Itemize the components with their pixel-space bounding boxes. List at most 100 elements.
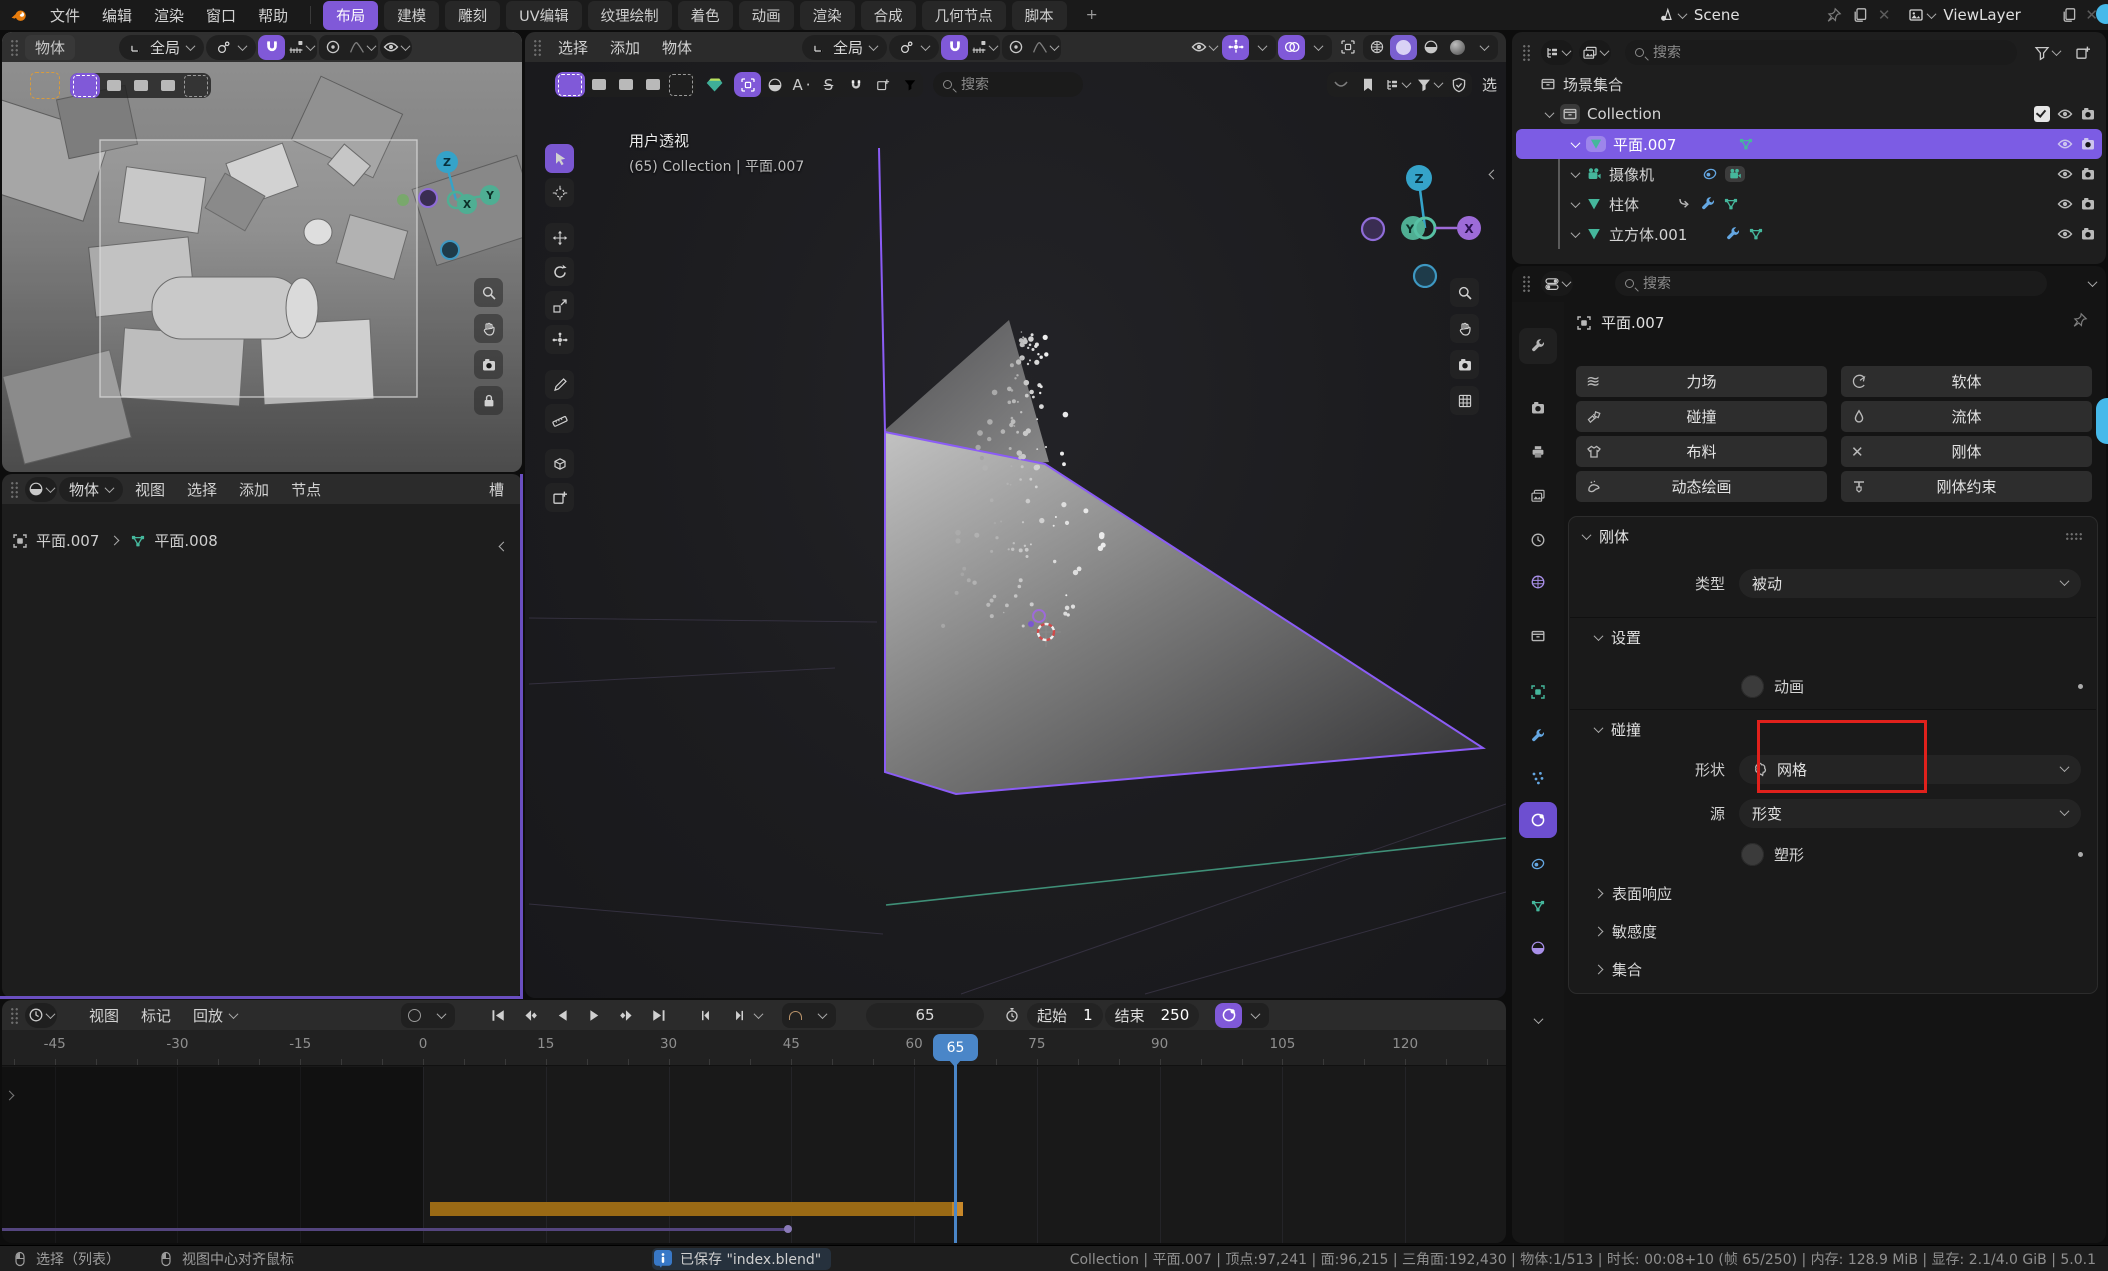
menu-edit[interactable]: 编辑: [92, 2, 142, 29]
tab-texture-paint[interactable]: 纹理绘制: [588, 1, 672, 30]
expand-chevron[interactable]: [1571, 138, 1581, 148]
jump-to-start-button[interactable]: [483, 1003, 513, 1028]
source-dropdown[interactable]: 形变: [1739, 799, 2081, 828]
animate-property-dot[interactable]: [2078, 852, 2083, 857]
search-input[interactable]: [959, 76, 1073, 94]
menu-select[interactable]: 选择: [177, 476, 227, 503]
camera-view-icon[interactable]: [474, 350, 503, 379]
menu-object[interactable]: 物体: [652, 34, 702, 61]
tool-scale[interactable]: [545, 291, 574, 320]
menu-add[interactable]: 添加: [229, 476, 279, 503]
scene-browse-chevron[interactable]: [1677, 9, 1687, 19]
menu-view[interactable]: 视图: [125, 476, 175, 503]
new-collection-button[interactable]: [2069, 40, 2096, 65]
select-mode-extend[interactable]: [585, 72, 612, 97]
loop-options[interactable]: [809, 1003, 836, 1028]
shading-material[interactable]: [1417, 35, 1444, 60]
tool-measure[interactable]: [545, 404, 574, 433]
new-viewlayer-icon[interactable]: [2061, 7, 2077, 23]
fluid-button[interactable]: 流体: [1841, 401, 2092, 432]
add-workspace-button[interactable]: +: [1073, 3, 1111, 27]
header-grip[interactable]: [10, 1007, 19, 1024]
select-mode-subtract[interactable]: [127, 73, 154, 98]
camera-view-icon[interactable]: [1450, 350, 1479, 379]
menu-marker[interactable]: 标记: [131, 1002, 181, 1029]
pin-icon[interactable]: [1826, 7, 1842, 23]
select-mode-new[interactable]: [555, 72, 585, 97]
proportional-toggle[interactable]: [1002, 35, 1029, 60]
navigation-gizmo[interactable]: Z Y X: [1353, 128, 1503, 288]
tab-particles[interactable]: [1519, 760, 1557, 796]
collisions-section-header[interactable]: 碰撞: [1595, 719, 1641, 740]
header-grip[interactable]: [10, 481, 19, 498]
tab-compositing[interactable]: 合成: [861, 1, 916, 30]
tool-transform[interactable]: [545, 325, 574, 354]
hierarchy-icon[interactable]: [1381, 72, 1413, 97]
panel-expand-chevron[interactable]: [1582, 530, 1592, 540]
render-camera-icon[interactable]: [2080, 226, 2096, 242]
tab-scripting[interactable]: 脚本: [1012, 1, 1067, 30]
outliner-search[interactable]: [1625, 40, 2017, 65]
zoom-icon[interactable]: [474, 278, 503, 307]
frame-start-field[interactable]: 起始1: [1027, 1003, 1103, 1028]
menu-add[interactable]: 添加: [600, 34, 650, 61]
tool-extra[interactable]: [545, 483, 574, 512]
header-grip[interactable]: [10, 39, 19, 56]
overlays-dropdown[interactable]: [1305, 35, 1332, 60]
expand-chevron[interactable]: [1571, 198, 1581, 208]
tab-world[interactable]: [1519, 564, 1557, 600]
prev-keyframe-button[interactable]: [515, 1003, 545, 1028]
filter-funnel-icon[interactable]: [1413, 72, 1445, 97]
expand-chevron[interactable]: [1571, 228, 1581, 238]
falloff-select[interactable]: [346, 35, 378, 60]
animated-toggle[interactable]: [1741, 675, 1764, 698]
panel-drag-dots[interactable]: [2066, 532, 2083, 541]
jump-to-end-button[interactable]: [643, 1003, 673, 1028]
search-input[interactable]: [1641, 275, 2037, 293]
autokey-toggle[interactable]: [401, 1003, 428, 1028]
pivot-select[interactable]: [889, 35, 939, 60]
tab-animation[interactable]: 动画: [739, 1, 794, 30]
autokey-options[interactable]: [428, 1003, 455, 1028]
xray-toggle[interactable]: [1334, 35, 1361, 60]
editor-type-button[interactable]: [25, 1003, 57, 1028]
filter-funnel-toggle[interactable]: [896, 72, 923, 97]
menu-slot[interactable]: 槽: [479, 476, 514, 503]
filter-clipboard-toggle[interactable]: [869, 72, 896, 97]
bookmark-icon[interactable]: [1354, 72, 1381, 97]
tab-render[interactable]: [1519, 390, 1557, 426]
ortho-grid-icon[interactable]: [1450, 386, 1479, 415]
tab-output[interactable]: [1519, 434, 1557, 470]
menu-window[interactable]: 窗口: [196, 2, 246, 29]
filter-strike-toggle[interactable]: S: [815, 72, 842, 97]
filter-snap-toggle[interactable]: [842, 72, 869, 97]
tab-layout[interactable]: 布局: [323, 1, 378, 30]
rigid-body-constraint-button[interactable]: 刚体约束: [1841, 471, 2092, 502]
tab-modeling[interactable]: 建模: [384, 1, 439, 30]
filter-shading-toggle[interactable]: [761, 72, 788, 97]
viewlayer-name[interactable]: ViewLayer: [1943, 6, 2053, 24]
collapse-region-chevron[interactable]: [500, 536, 507, 554]
keying-options[interactable]: [1242, 1003, 1269, 1028]
search-input[interactable]: [1651, 44, 2007, 62]
select-mode-new[interactable]: [70, 73, 100, 98]
select-mode-intersect[interactable]: [181, 73, 211, 98]
shading-rendered[interactable]: [1444, 35, 1471, 60]
tab-rendering[interactable]: 渲染: [800, 1, 855, 30]
breadcrumb-object-name[interactable]: 平面.007: [1601, 312, 1664, 333]
new-scene-icon[interactable]: [1852, 7, 1868, 23]
channels-expand-chevron[interactable]: [6, 1085, 13, 1103]
tab-strip-more-chevron[interactable]: [1519, 1002, 1557, 1038]
select-mode-subtract[interactable]: [612, 72, 639, 97]
select-mode-invert[interactable]: [639, 72, 666, 97]
snap-with-select[interactable]: [285, 35, 317, 60]
header-grip[interactable]: [533, 39, 542, 56]
header-grip[interactable]: [1522, 275, 1531, 292]
row-scene-collection[interactable]: 场景集合: [1516, 69, 2102, 99]
playhead-line[interactable]: [954, 1062, 957, 1243]
tab-tool[interactable]: [1519, 328, 1557, 364]
tab-geometry-nodes[interactable]: 几何节点: [922, 1, 1006, 30]
pivot-select[interactable]: [206, 35, 256, 60]
menu-select[interactable]: 选择: [548, 34, 598, 61]
tab-physics-active[interactable]: [1519, 802, 1557, 838]
